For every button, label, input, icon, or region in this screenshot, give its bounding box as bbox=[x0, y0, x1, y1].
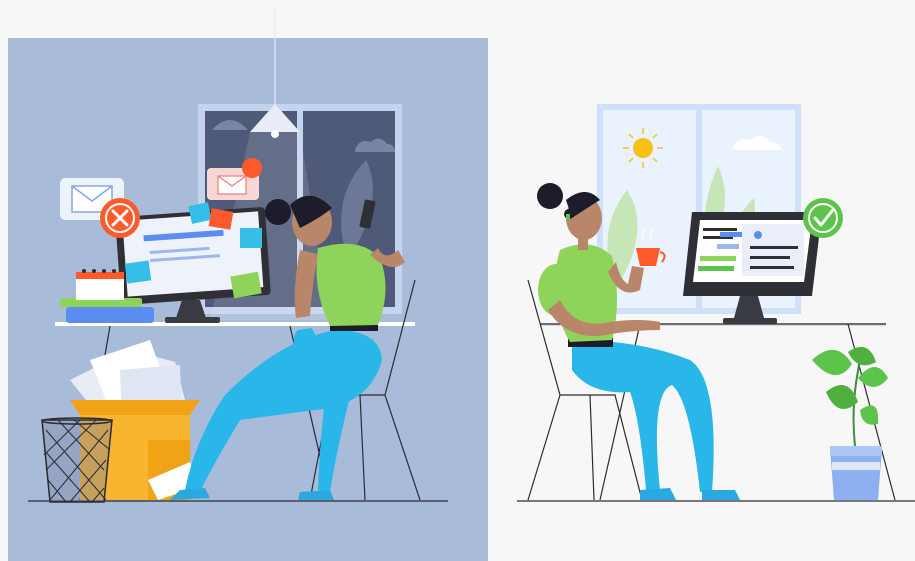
relaxed-workspace-panel bbox=[517, 104, 915, 502]
waste-basket bbox=[41, 417, 113, 503]
sun-icon bbox=[623, 128, 663, 168]
stressed-workspace-panel bbox=[8, 8, 488, 561]
check-icon bbox=[803, 198, 843, 238]
illustration-scene bbox=[8, 8, 915, 561]
plant-icon bbox=[812, 346, 888, 500]
calendar-icon bbox=[76, 269, 124, 300]
close-icon bbox=[100, 198, 140, 238]
book-stack bbox=[60, 298, 154, 323]
